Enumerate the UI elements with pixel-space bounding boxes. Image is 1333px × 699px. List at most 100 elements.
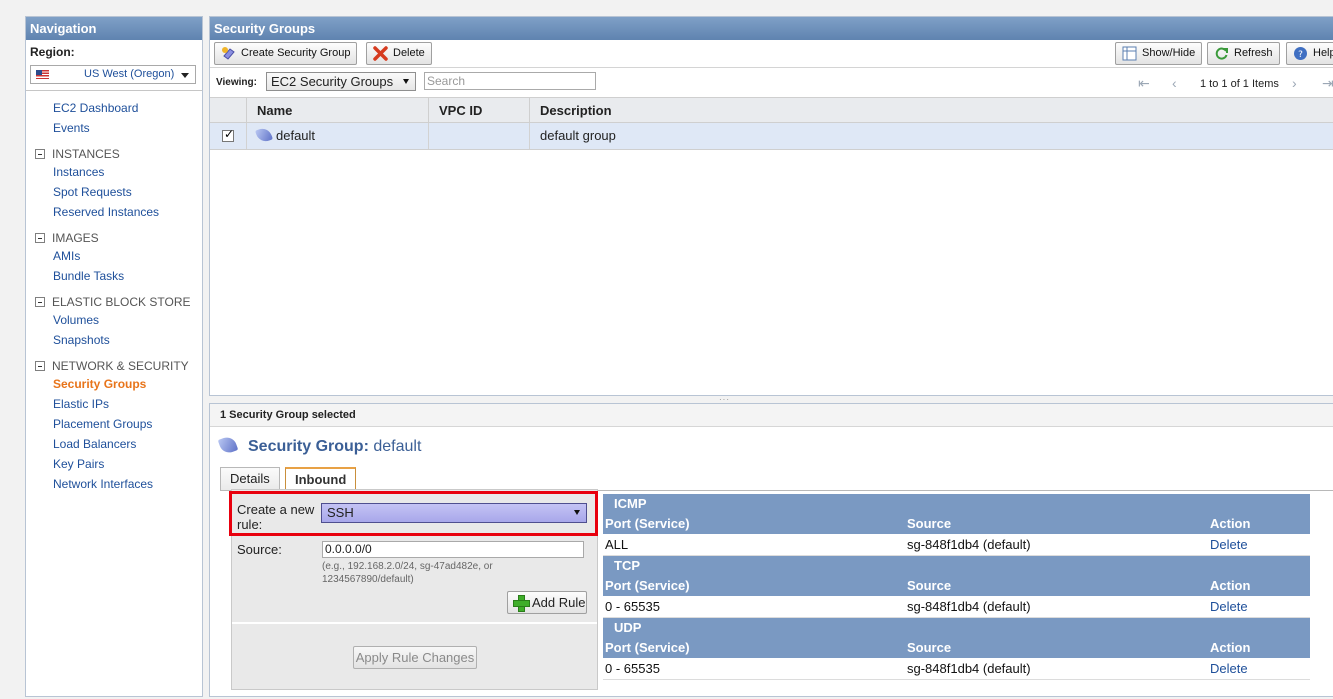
column-port: Port (Service) <box>605 578 690 593</box>
pager-text: 1 to 1 of 1 Items <box>1200 78 1279 90</box>
nav-link-snapshots[interactable]: Snapshots <box>53 333 110 347</box>
collapse-icon[interactable] <box>35 233 45 243</box>
delete-rule-link[interactable]: Delete <box>1210 661 1248 676</box>
column-header-description[interactable]: Description <box>529 98 1333 123</box>
refresh-icon <box>1215 47 1228 60</box>
nav-section-heading: ELASTIC BLOCK STORE <box>52 295 191 309</box>
first-page-icon[interactable]: ⇤ <box>1138 76 1150 90</box>
cell-name: default <box>246 123 428 149</box>
column-action: Action <box>1210 640 1251 655</box>
shield-add-icon <box>222 47 235 60</box>
source-input[interactable]: 0.0.0.0/0 <box>322 541 584 558</box>
nav-link-spot-requests[interactable]: Spot Requests <box>53 185 132 199</box>
table-row: ALL sg-848f1db4 (default) Delete <box>603 534 1310 556</box>
details-panel: 1 Security Group selected Security Group… <box>209 403 1333 697</box>
cell-description: default group <box>529 123 1333 149</box>
security-group-icon <box>217 434 239 456</box>
delete-rule-link[interactable]: Delete <box>1210 537 1248 552</box>
us-flag-icon <box>36 70 49 79</box>
nav-link-bundle-tasks[interactable]: Bundle Tasks <box>53 269 124 283</box>
column-source: Source <box>907 640 952 655</box>
form-divider <box>232 622 597 624</box>
table-row[interactable]: default default group <box>210 123 1333 150</box>
nav-link-volumes[interactable]: Volumes <box>53 313 99 327</box>
nav-link-network-interfaces[interactable]: Network Interfaces <box>53 477 153 491</box>
protocol-heading: TCP <box>603 556 1310 575</box>
nav-section-ebs[interactable]: ELASTIC BLOCK STORE <box>35 295 191 309</box>
nav-link-events[interactable]: Events <box>53 121 90 135</box>
collapse-icon[interactable] <box>35 149 45 159</box>
nav-link-placement-groups[interactable]: Placement Groups <box>53 417 152 431</box>
column-source: Source <box>907 516 952 531</box>
rules-table-icmp: ICMP Port (Service) Source Action ALL sg… <box>603 494 1310 556</box>
rule-source: sg-848f1db4 (default) <box>907 599 1031 614</box>
column-action: Action <box>1210 516 1251 531</box>
collapse-icon[interactable] <box>35 361 45 371</box>
rule-port: 0 - 65535 <box>605 599 660 614</box>
nav-link-load-balancers[interactable]: Load Balancers <box>53 437 136 451</box>
add-rule-label: Add Rule <box>532 595 586 610</box>
rule-type-select[interactable]: SSH <box>321 503 587 523</box>
refresh-button[interactable]: Refresh <box>1207 42 1280 65</box>
row-checkbox[interactable] <box>222 127 234 142</box>
column-header-vpc-id[interactable]: VPC ID <box>428 98 529 123</box>
previous-page-icon[interactable]: ‹ <box>1172 76 1184 90</box>
help-button[interactable]: ? Help <box>1286 42 1333 65</box>
show-hide-button[interactable]: Show/Hide <box>1115 42 1203 65</box>
region-value: US West (Oregon) <box>84 68 175 80</box>
heading-label: Security Group: <box>248 438 369 455</box>
rule-source: sg-848f1db4 (default) <box>907 661 1031 676</box>
nav-section-network-security[interactable]: NETWORK & SECURITY <box>35 359 189 373</box>
viewing-select[interactable]: EC2 Security Groups <box>266 72 416 91</box>
show-hide-label: Show/Hide <box>1142 47 1196 59</box>
region-select[interactable]: US West (Oregon) <box>30 65 196 84</box>
security-group-heading: Security Group: default <box>217 434 422 456</box>
nav-link-amis[interactable]: AMIs <box>53 249 80 263</box>
chevron-down-icon <box>574 510 580 515</box>
delete-rule-link[interactable]: Delete <box>1210 599 1248 614</box>
nav-section-images[interactable]: IMAGES <box>35 231 99 245</box>
heading-value: default <box>373 438 422 455</box>
next-page-icon[interactable]: › <box>1292 76 1304 90</box>
rule-source: sg-848f1db4 (default) <box>907 537 1031 552</box>
source-label: Source: <box>237 542 282 557</box>
column-header-name[interactable]: Name <box>246 98 428 123</box>
create-security-group-button[interactable]: Create Security Group <box>214 42 358 65</box>
protocol-heading: UDP <box>603 618 1310 637</box>
search-input[interactable]: Search <box>424 72 596 90</box>
nav-link-reserved-instances[interactable]: Reserved Instances <box>53 205 159 219</box>
collapse-icon[interactable] <box>35 297 45 307</box>
navigation-panel: Navigation Region: US West (Oregon) EC2 … <box>25 16 203 697</box>
rules-table-tcp: TCP Port (Service) Source Action 0 - 655… <box>603 556 1310 618</box>
nav-section-heading: INSTANCES <box>52 147 120 161</box>
toolbar-divider <box>210 67 1333 68</box>
chevron-down-icon <box>181 73 189 78</box>
column-port: Port (Service) <box>605 640 690 655</box>
cell-name-text: default <box>276 128 316 143</box>
apply-rule-changes-button[interactable]: Apply Rule Changes <box>353 646 477 669</box>
nav-link-elastic-ips[interactable]: Elastic IPs <box>53 397 109 411</box>
nav-divider <box>26 90 202 91</box>
nav-link-ec2-dashboard[interactable]: EC2 Dashboard <box>53 101 138 115</box>
rules-column-headers: Port (Service) Source Action <box>603 513 1310 534</box>
last-page-icon[interactable]: ⇥ <box>1322 76 1333 90</box>
security-group-icon <box>255 126 273 144</box>
table-row: 0 - 65535 sg-848f1db4 (default) Delete <box>603 658 1310 680</box>
delete-button[interactable]: Delete <box>366 42 432 65</box>
table-row: 0 - 65535 sg-848f1db4 (default) Delete <box>603 596 1310 618</box>
nav-link-key-pairs[interactable]: Key Pairs <box>53 457 104 471</box>
rule-port: 0 - 65535 <box>605 661 660 676</box>
add-rule-button[interactable]: Add Rule <box>507 591 587 614</box>
viewing-label: Viewing: <box>216 77 257 88</box>
delete-button-label: Delete <box>393 47 425 59</box>
nav-link-instances[interactable]: Instances <box>53 165 104 179</box>
cell-vpc-id <box>428 123 529 149</box>
selection-status: 1 Security Group selected <box>210 404 1333 427</box>
new-rule-form: Create a new rule: SSH Source: 0.0.0.0/0… <box>229 489 598 690</box>
nav-link-security-groups[interactable]: Security Groups <box>53 377 146 391</box>
protocol-heading: ICMP <box>603 494 1310 513</box>
region-label: Region: <box>30 45 75 59</box>
rules-column-headers: Port (Service) Source Action <box>603 575 1310 596</box>
tab-details[interactable]: Details <box>220 467 280 491</box>
nav-section-instances[interactable]: INSTANCES <box>35 147 120 161</box>
